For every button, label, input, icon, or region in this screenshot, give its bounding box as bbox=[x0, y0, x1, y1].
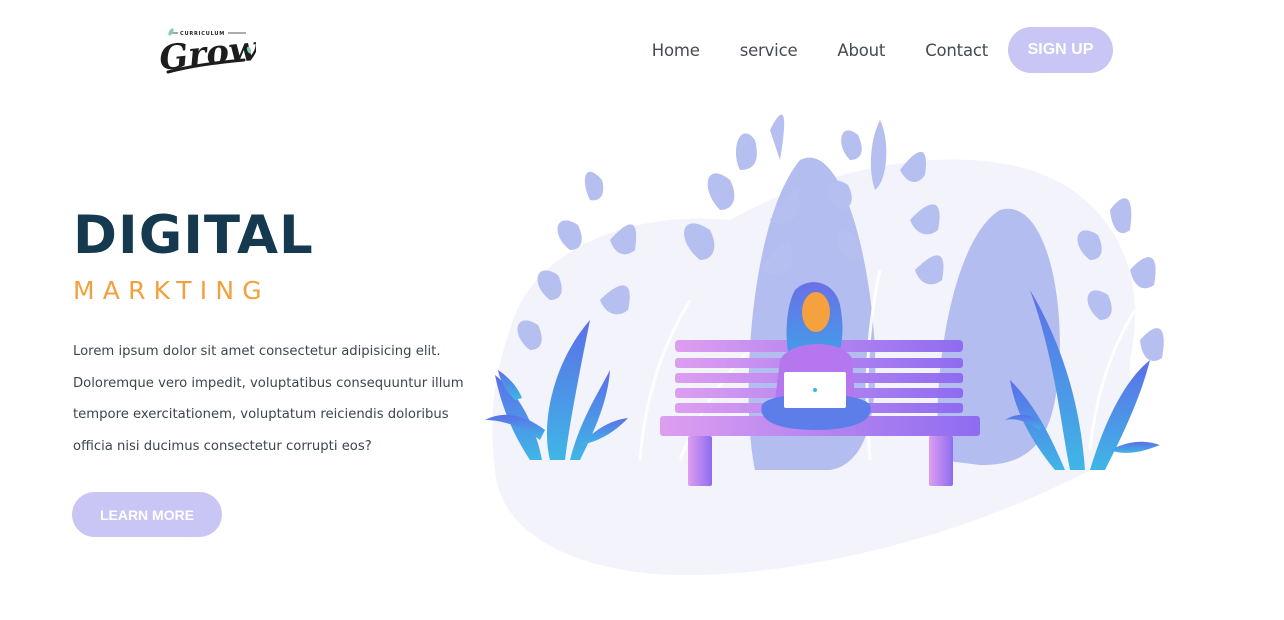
hero-subtitle: MARKTING bbox=[73, 276, 270, 305]
nav-about[interactable]: About bbox=[837, 41, 885, 60]
nav-service[interactable]: service bbox=[740, 41, 798, 60]
hero-paragraph: Lorem ipsum dolor sit amet consectetur a… bbox=[73, 344, 464, 454]
hero-illustration bbox=[485, 114, 1164, 576]
learn-more-button[interactable]: LEARN MORE bbox=[72, 492, 222, 537]
nav-contact[interactable]: Contact bbox=[925, 41, 988, 60]
nav-home[interactable]: Home bbox=[652, 41, 700, 60]
brand-logo[interactable]: CURRICULUM Grow bbox=[158, 22, 256, 80]
hero-title: DIGITAL bbox=[73, 205, 314, 266]
main-nav: Home service About Contact SIGN UP bbox=[652, 27, 1113, 73]
signup-button[interactable]: SIGN UP bbox=[1008, 27, 1113, 73]
